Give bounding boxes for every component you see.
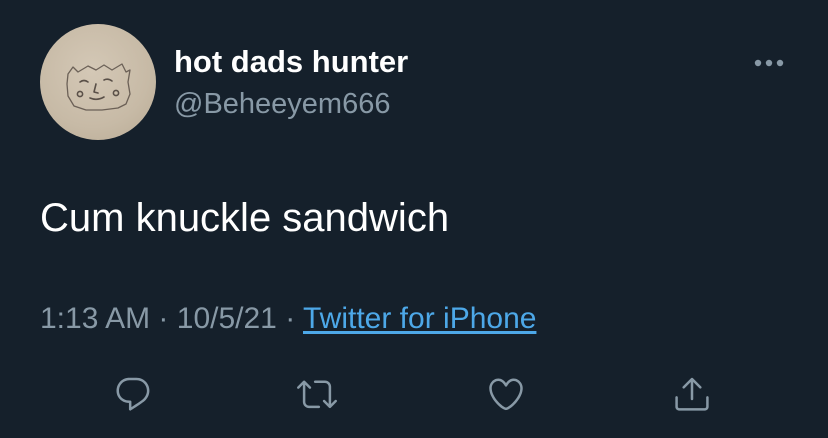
- share-icon: [675, 377, 709, 411]
- tweet-metadata: 1:13 AM · 10/5/21 · Twitter for iPhone: [40, 302, 536, 336]
- heart-icon: [489, 378, 523, 411]
- like-button[interactable]: [482, 370, 530, 418]
- avatar[interactable]: [40, 24, 156, 140]
- retweet-icon: [297, 380, 337, 409]
- tweet-text: Cum knuckle sandwich: [40, 196, 450, 240]
- tweet-date[interactable]: 10/5/21: [177, 302, 277, 335]
- tweet-card: hot dads hunter @Beheeyem666 Cum knuckle…: [0, 0, 828, 438]
- reply-icon: [116, 377, 150, 411]
- doodle-face-icon: [66, 63, 131, 111]
- user-handle[interactable]: @Beheeyem666: [174, 88, 390, 121]
- more-options-icon: [754, 59, 784, 67]
- retweet-button[interactable]: [293, 370, 341, 418]
- meta-separator: ·: [285, 302, 296, 335]
- meta-separator: ·: [158, 302, 169, 335]
- more-options-button[interactable]: [749, 48, 789, 78]
- tweet-source-link[interactable]: Twitter for iPhone: [303, 302, 536, 335]
- reply-button[interactable]: [109, 370, 157, 418]
- share-button[interactable]: [668, 370, 716, 418]
- display-name[interactable]: hot dads hunter: [174, 44, 408, 80]
- tweet-time[interactable]: 1:13 AM: [40, 302, 150, 335]
